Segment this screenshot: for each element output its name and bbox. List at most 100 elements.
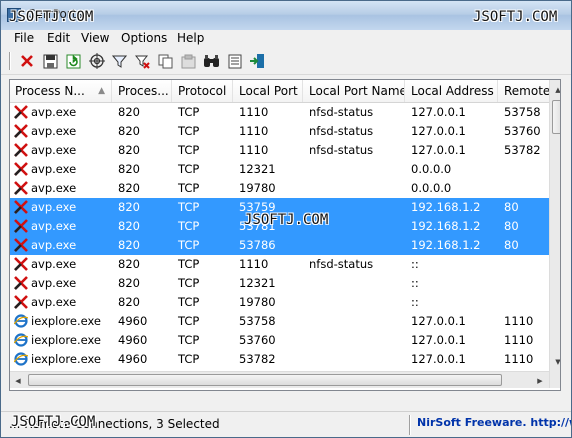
cell-pid: 4960 [118, 314, 148, 328]
cell-pid: 820 [118, 105, 140, 119]
table-row[interactable]: avp.exe 820 TCP 12321 0.0.0.0 [10, 160, 549, 179]
watermark-top-left: JSOFTJ.COM [9, 9, 94, 25]
menu-view[interactable]: View [81, 31, 109, 45]
cell-local-address: 127.0.0.1 [411, 352, 466, 366]
cell-local-address: 0.0.0.0 [411, 181, 452, 195]
cell-local-address: 127.0.0.1 [411, 314, 466, 328]
save-button[interactable] [41, 52, 59, 70]
table-row[interactable]: iexplore.exe 4960 TCP 53758 127.0.0.1 1110 [10, 312, 549, 331]
cell-port-name [304, 274, 405, 293]
find-button[interactable] [202, 52, 220, 70]
cell-port-name [304, 350, 405, 369]
connections-list[interactable]: Process N... ▲ Proces... Protocol Local P… [9, 79, 561, 391]
table-row[interactable]: iexplore.exe 4960 TCP 53760 127.0.0.1 1110 [10, 331, 549, 350]
cell-port-name: nfsd-status [309, 124, 374, 138]
column-local-port[interactable]: Local Port [234, 80, 303, 102]
column-header-row: Process N... ▲ Proces... Protocol Local P… [10, 80, 559, 103]
cell-local-address: 0.0.0.0 [411, 162, 452, 176]
cell-process: avp.exe [31, 295, 77, 309]
exit-button[interactable] [248, 52, 266, 70]
vertical-scroll-thumb[interactable] [552, 100, 560, 134]
nirsoft-link[interactable]: NirSoft Freeware. http://www [417, 416, 571, 429]
refresh-icon [66, 54, 80, 68]
menu-bar: File Edit View Options Help [1, 30, 571, 49]
cell-pid: 820 [118, 257, 140, 271]
scroll-left-icon[interactable]: ◀ [10, 372, 26, 389]
column-process-name[interactable]: Process N... ▲ [10, 80, 112, 102]
column-label: Local Address [411, 84, 494, 98]
cell-pid: 820 [118, 181, 140, 195]
column-local-port-name[interactable]: Local Port Name [304, 80, 405, 102]
cell-local-address: 127.0.0.1 [411, 124, 466, 138]
cell-local-port: 19780 [239, 181, 276, 195]
cell-remote: 1110 [504, 352, 534, 366]
scroll-up-icon[interactable]: ▲ [550, 81, 560, 98]
cell-pid: 820 [118, 219, 140, 233]
cell-port-name [304, 312, 405, 331]
status-divider [409, 415, 411, 435]
cell-pid: 4960 [118, 352, 148, 366]
menu-help[interactable]: Help [177, 31, 204, 45]
table-row[interactable]: avp.exe 820 TCP 53786 192.168.1.2 80 [10, 236, 549, 255]
menu-options[interactable]: Options [121, 31, 167, 45]
find-icon [203, 54, 219, 67]
cell-process: iexplore.exe [31, 333, 102, 347]
table-row[interactable]: iexplore.exe 4960 TCP 53782 127.0.0.1 1110 [10, 350, 549, 369]
cell-process: avp.exe [31, 200, 77, 214]
cell-local-address: 127.0.0.1 [411, 333, 466, 347]
cell-local-port: 19780 [239, 295, 276, 309]
column-label: Protocol [178, 84, 227, 98]
currports-window: CurrPorts JSOFTJ.COM JSOFTJ.COM File Edi… [0, 0, 572, 438]
cell-process: iexplore.exe [31, 352, 102, 366]
table-row[interactable]: avp.exe 820 TCP 12321:: [10, 274, 549, 293]
column-label: Local Port [239, 84, 298, 98]
target-button[interactable] [88, 52, 106, 70]
cell-remote [499, 160, 549, 179]
scroll-right-icon[interactable]: ▶ [532, 372, 548, 389]
cell-local-port: 1110 [239, 143, 269, 157]
filter-button[interactable] [110, 52, 128, 70]
cell-remote: 53782 [504, 143, 541, 157]
clear-filter-button[interactable] [133, 52, 151, 70]
cell-port-name [304, 160, 405, 179]
target-icon [89, 53, 105, 69]
cell-protocol: TCP [178, 238, 200, 252]
column-local-address[interactable]: Local Address [406, 80, 498, 102]
vertical-scrollbar[interactable]: ▲ ▼ [549, 80, 560, 388]
cell-remote: 80 [504, 238, 519, 252]
toolbar-grip [9, 52, 11, 70]
table-row[interactable]: avp.exe 820 TCP 19780:: [10, 293, 549, 312]
horizontal-scrollbar[interactable]: ◀ ▶ [10, 371, 549, 388]
cell-protocol: TCP [178, 219, 200, 233]
cell-local-port: 1110 [239, 257, 269, 271]
column-protocol[interactable]: Protocol [173, 80, 233, 102]
refresh-button[interactable] [64, 52, 82, 70]
cell-remote: 53760 [504, 124, 541, 138]
column-label: Remote [504, 84, 551, 98]
column-label: Local Port Name [309, 84, 405, 98]
horizontal-scroll-thumb[interactable] [28, 374, 502, 386]
table-row[interactable]: avp.exe 820 TCP 1110 nfsd-status 127.0.0.1 537… [10, 103, 549, 122]
properties-button[interactable] [179, 52, 197, 70]
table-row[interactable]: avp.exe 820 TCP 1110 nfsd-status:: [10, 255, 549, 274]
close-connection-button[interactable] [18, 52, 36, 70]
exit-icon [250, 54, 264, 68]
cell-local-address: 127.0.0.1 [411, 143, 466, 157]
menu-edit[interactable]: Edit [47, 31, 70, 45]
column-process-id[interactable]: Proces... [113, 80, 172, 102]
cell-local-address: :: [411, 295, 419, 309]
cell-remote: 80 [504, 219, 519, 233]
menu-file[interactable]: File [14, 31, 34, 45]
table-row[interactable]: avp.exe 820 TCP 1110 nfsd-status 127.0.0.1 537… [10, 141, 549, 160]
cell-local-address: 192.168.1.2 [411, 219, 481, 233]
cell-protocol: TCP [178, 124, 200, 138]
table-row[interactable]: avp.exe 820 TCP 1110 nfsd-status 127.0.0.1 537… [10, 122, 549, 141]
cell-remote [499, 179, 549, 198]
cell-process: avp.exe [31, 162, 77, 176]
html-report-button[interactable] [226, 52, 244, 70]
copy-button[interactable] [156, 52, 174, 70]
scroll-down-icon[interactable]: ▼ [550, 353, 560, 370]
cell-process: avp.exe [31, 238, 77, 252]
cell-remote: 53758 [504, 105, 541, 119]
table-row[interactable]: avp.exe 820 TCP 19780 0.0.0.0 [10, 179, 549, 198]
